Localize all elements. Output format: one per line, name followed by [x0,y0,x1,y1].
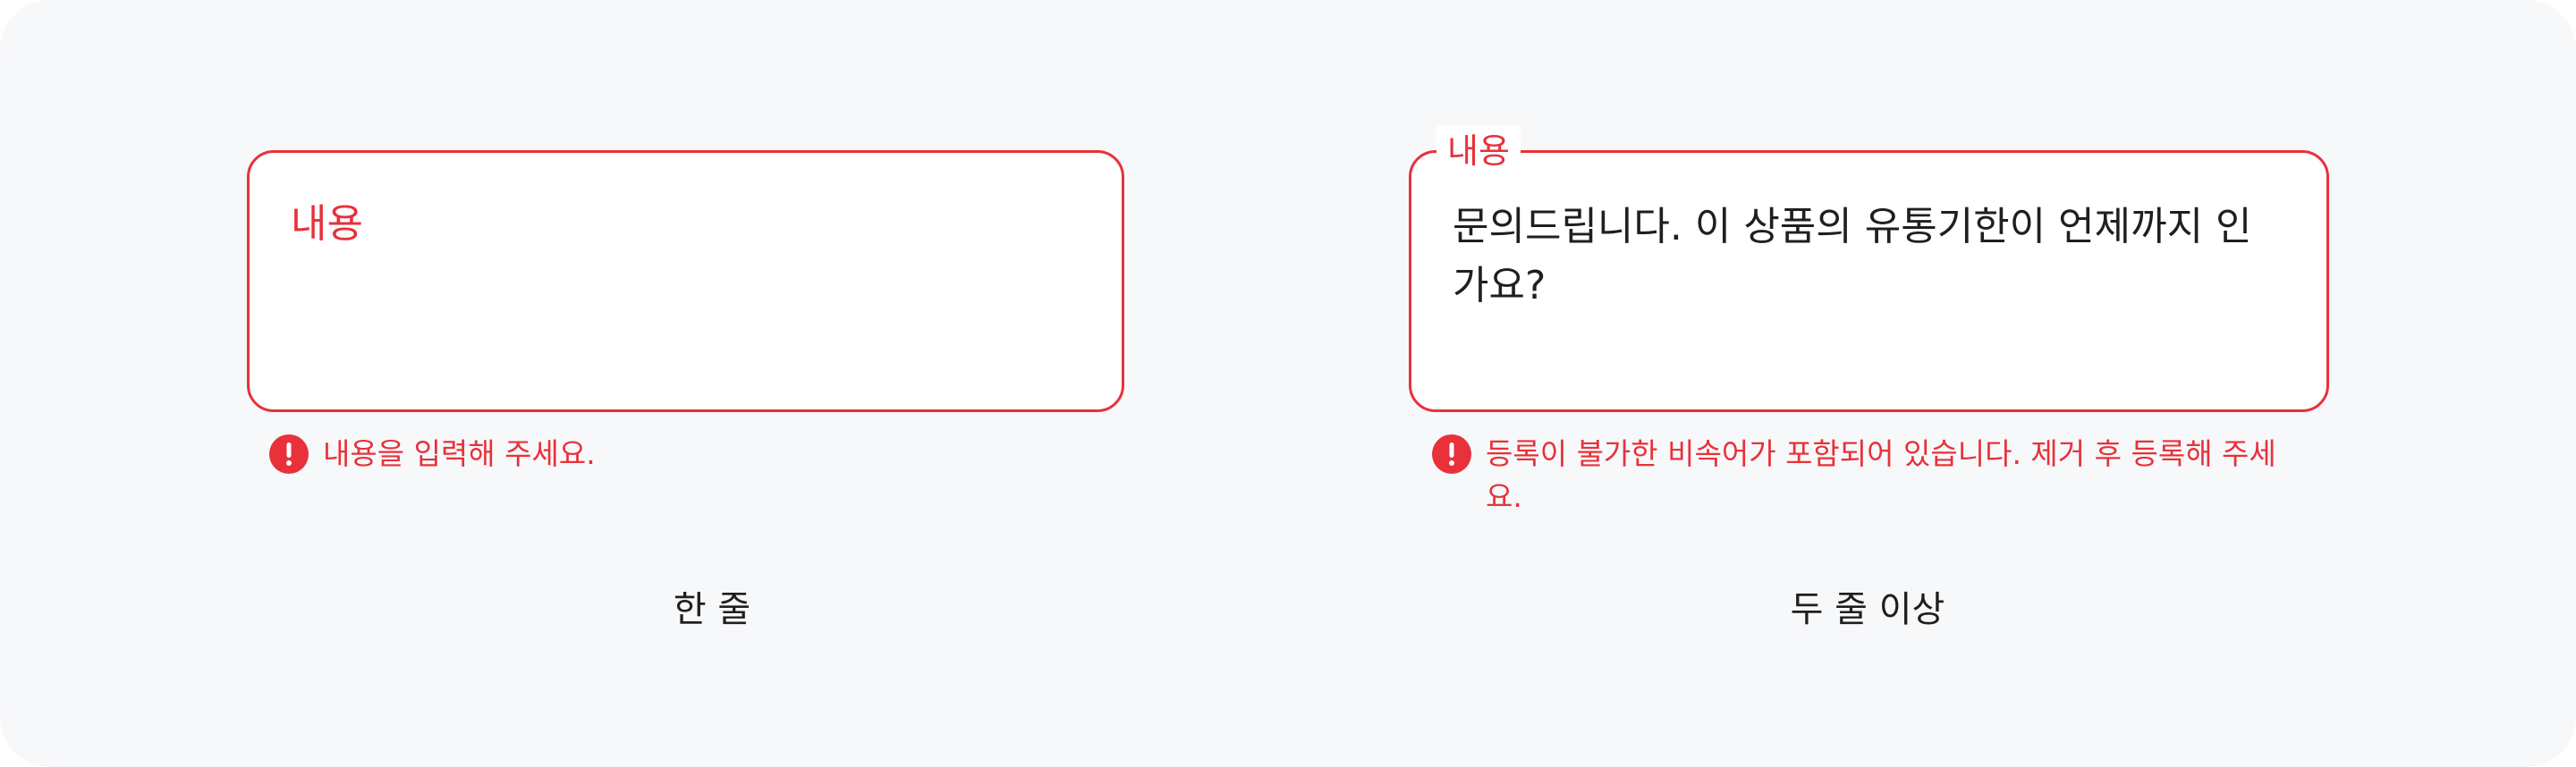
example-caption: 한 줄 [673,589,751,630]
error-icon [269,434,309,474]
error-message: 내용을 입력해 주세요. [269,433,1110,476]
error-text: 내용을 입력해 주세요. [323,436,596,471]
error-message: 등록이 불가한 비속어가 포함되어 있습니다. 제거 후 등록해 주세요. [1432,433,2291,518]
content-field-label: 내용 [1436,126,1521,176]
error-icon [1432,434,1471,474]
content-field-label: 내용 [291,201,363,247]
content-field-empty[interactable]: 내용 [247,150,1124,412]
error-text: 등록이 불가한 비속어가 포함되어 있습니다. 제거 후 등록해 주세요. [1486,436,2276,514]
content-field-value: 문의드립니다. 이 상품의 유통기한이 언제까지 인가요? [1453,204,2252,308]
content-field-filled[interactable]: 내용 문의드립니다. 이 상품의 유통기한이 언제까지 인가요? [1409,126,2329,412]
canvas: 내용 내용을 입력해 주세요. 한 줄 내용 문의드립니다. 이 상품의 유통기… [0,0,2576,767]
example-caption: 두 줄 이상 [1790,589,1945,630]
